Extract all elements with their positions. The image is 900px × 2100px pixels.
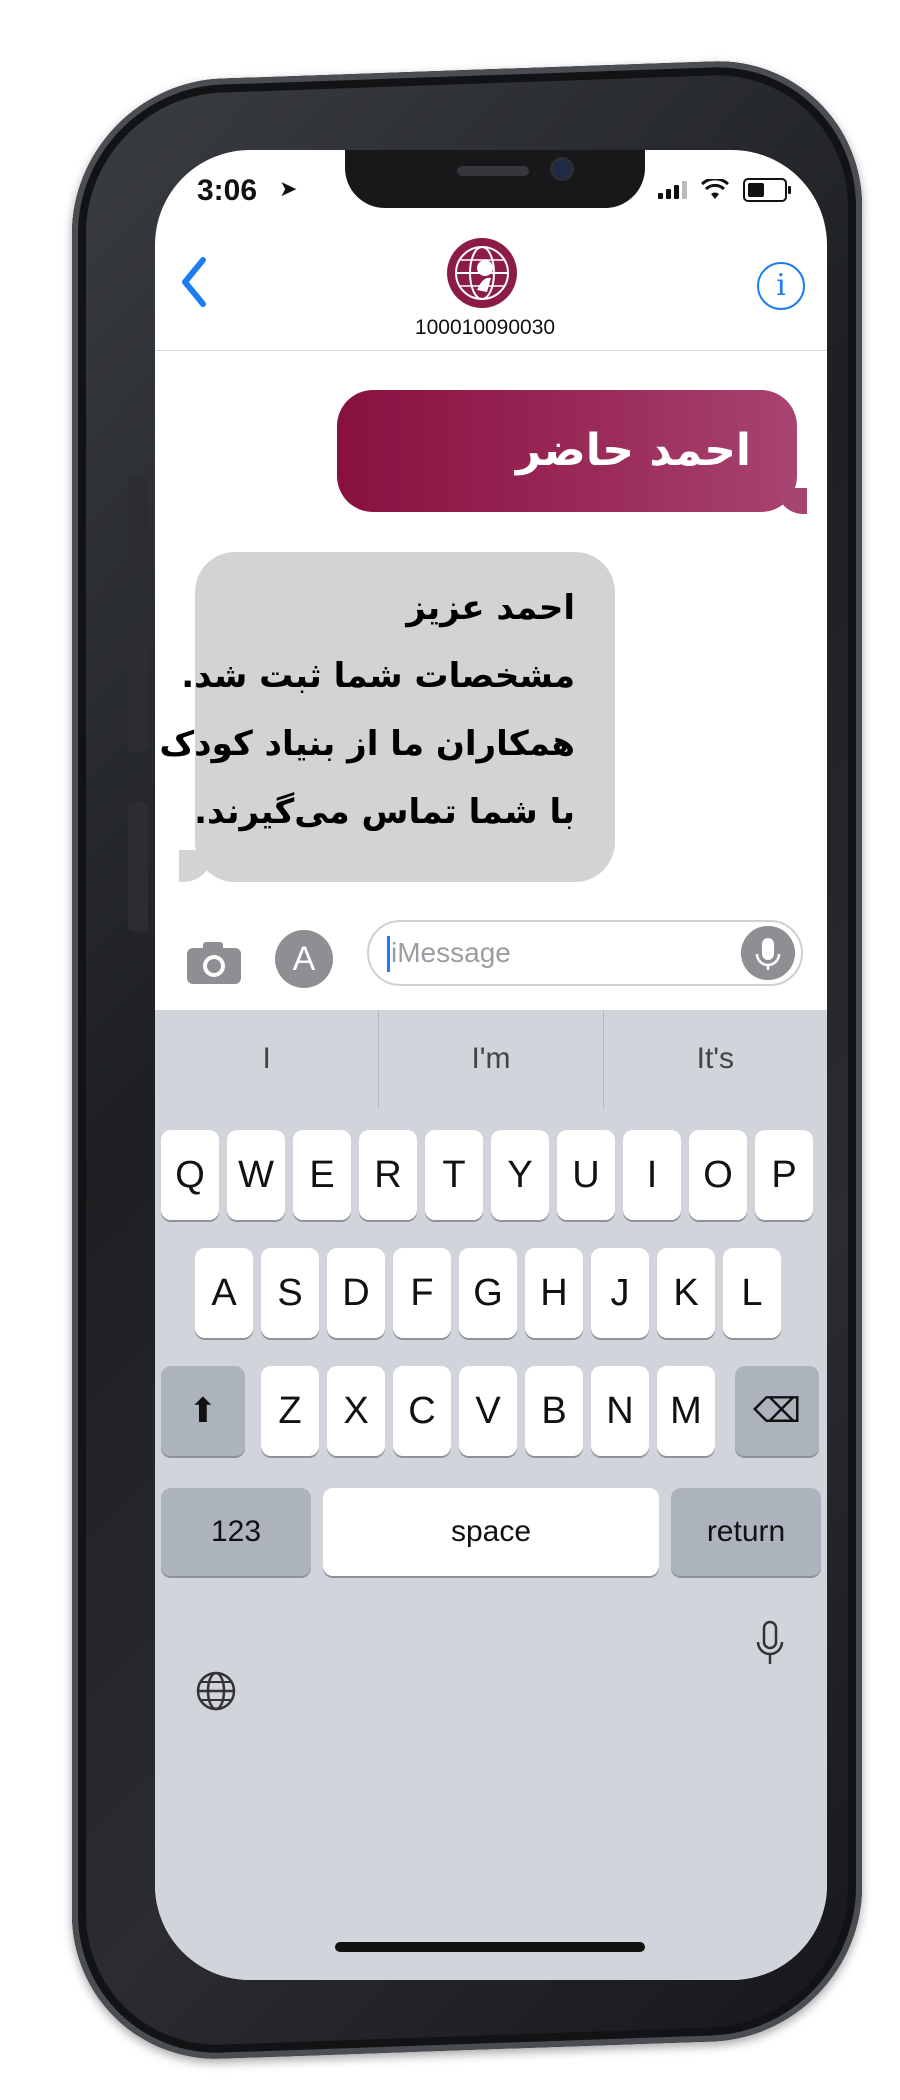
silent-switch: [128, 476, 148, 562]
key-l[interactable]: L: [723, 1248, 781, 1338]
info-icon[interactable]: i: [757, 262, 805, 310]
key-s[interactable]: S: [261, 1248, 319, 1338]
globe-icon[interactable]: [195, 1670, 237, 1712]
key-j[interactable]: J: [591, 1248, 649, 1338]
key-a[interactable]: A: [195, 1248, 253, 1338]
keyboard: I I'm It's Q W E R T Y U I O P A S D F G…: [155, 1010, 827, 1980]
key-d[interactable]: D: [327, 1248, 385, 1338]
chevron-left-icon[interactable]: [173, 252, 213, 312]
key-q[interactable]: Q: [161, 1130, 219, 1220]
outgoing-message-bubble[interactable]: احمد حاضر: [337, 390, 797, 512]
key-z[interactable]: Z: [261, 1366, 319, 1456]
incoming-message-line: مشخصات شما ثبت شد.: [181, 656, 575, 696]
outgoing-bubble-tail: [777, 488, 807, 514]
status-time: 3:06: [197, 174, 258, 207]
volume-up-button: [128, 621, 148, 752]
key-i[interactable]: I: [623, 1130, 681, 1220]
contact-number[interactable]: 100010090030: [355, 316, 615, 340]
key-p[interactable]: P: [755, 1130, 813, 1220]
predictive-bar: I I'm It's: [155, 1010, 827, 1108]
home-indicator: [335, 1942, 645, 1952]
delete-key[interactable]: ⌫: [735, 1366, 819, 1456]
imessage-input[interactable]: iMessage: [367, 920, 803, 986]
cellular-signal-icon: [658, 181, 687, 199]
key-h[interactable]: H: [525, 1248, 583, 1338]
key-b[interactable]: B: [525, 1366, 583, 1456]
location-arrow-icon: ➤: [279, 176, 298, 201]
prediction-item[interactable]: I: [155, 1010, 380, 1108]
incoming-message-bubble[interactable]: احمد عزیز مشخصات شما ثبت شد. همکاران ما …: [159, 552, 615, 882]
key-e[interactable]: E: [293, 1130, 351, 1220]
key-t[interactable]: T: [425, 1130, 483, 1220]
contact-avatar[interactable]: [447, 238, 517, 308]
key-r[interactable]: R: [359, 1130, 417, 1220]
microphone-icon[interactable]: [741, 926, 795, 980]
key-y[interactable]: Y: [491, 1130, 549, 1220]
key-f[interactable]: F: [393, 1248, 451, 1338]
key-m[interactable]: M: [657, 1366, 715, 1456]
space-key[interactable]: space: [323, 1488, 659, 1576]
key-v[interactable]: V: [459, 1366, 517, 1456]
wifi-icon: [701, 179, 729, 199]
dictation-microphone-icon[interactable]: [755, 1620, 785, 1668]
key-g[interactable]: G: [459, 1248, 517, 1338]
notch: [345, 150, 645, 208]
camera-icon[interactable]: [185, 938, 243, 986]
key-w[interactable]: W: [227, 1130, 285, 1220]
key-o[interactable]: O: [689, 1130, 747, 1220]
header-divider: [155, 350, 827, 351]
key-u[interactable]: U: [557, 1130, 615, 1220]
status-indicators: [658, 178, 791, 202]
front-camera: [553, 160, 571, 178]
earpiece-speaker: [457, 166, 529, 176]
key-k[interactable]: K: [657, 1248, 715, 1338]
return-key[interactable]: return: [671, 1488, 821, 1576]
appstore-icon[interactable]: A: [275, 930, 333, 988]
incoming-message-line: با شما تماس می‌گیرند.: [194, 792, 575, 832]
key-n[interactable]: N: [591, 1366, 649, 1456]
battery-icon: [743, 178, 791, 202]
incoming-message-line: احمد عزیز: [406, 588, 575, 628]
key-c[interactable]: C: [393, 1366, 451, 1456]
imessage-placeholder: iMessage: [391, 937, 511, 968]
phone-screen: 3:06 ➤ 100010090030 i احمد حاضر احمد عزی…: [155, 150, 827, 1980]
volume-down-button: [128, 801, 148, 932]
globe-logo-icon: [455, 246, 509, 300]
shift-key[interactable]: ⬆: [161, 1366, 245, 1456]
prediction-item[interactable]: It's: [604, 1010, 827, 1108]
numbers-key[interactable]: 123: [161, 1488, 311, 1576]
prediction-item[interactable]: I'm: [379, 1010, 604, 1108]
incoming-message-line: همکاران ما از بنیاد کودک: [159, 724, 575, 764]
key-x[interactable]: X: [327, 1366, 385, 1456]
